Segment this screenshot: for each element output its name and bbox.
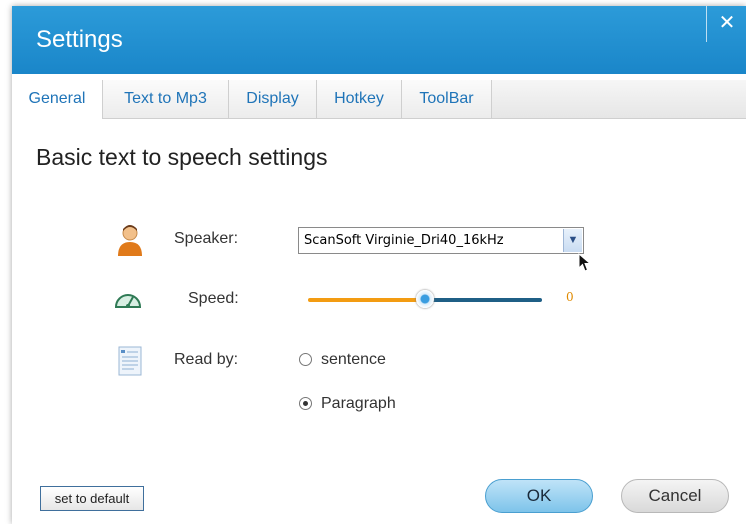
speaker-select[interactable]: ScanSoft Virginie_Dri40_16kHz ▼ xyxy=(298,227,584,254)
cancel-button[interactable]: Cancel xyxy=(621,479,729,513)
title-bar: Settings ✕ xyxy=(12,6,746,74)
speaker-label: Speaker: xyxy=(174,230,239,247)
tab-bar: General Text to Mp3 Display Hotkey ToolB… xyxy=(12,80,746,119)
dialog-title: Settings xyxy=(36,26,123,53)
sentence-radio-label[interactable]: sentence xyxy=(321,351,386,369)
close-button[interactable]: ✕ xyxy=(706,6,746,42)
speed-value: 0 xyxy=(566,290,574,304)
tab-general[interactable]: General xyxy=(12,80,103,119)
speed-slider[interactable] xyxy=(308,290,542,308)
section-heading: Basic text to speech settings xyxy=(36,144,328,170)
paragraph-radio-label[interactable]: Paragraph xyxy=(321,395,396,413)
ok-button[interactable]: OK xyxy=(485,479,593,513)
settings-dialog: Settings ✕ General Text to Mp3 Display H… xyxy=(12,6,746,524)
tab-display[interactable]: Display xyxy=(229,80,317,118)
mouse-cursor-icon xyxy=(578,253,592,272)
read-by-label: Read by: xyxy=(174,351,239,368)
tab-hotkey[interactable]: Hotkey xyxy=(317,80,402,118)
set-to-default-button[interactable]: set to default xyxy=(40,486,144,511)
slider-track xyxy=(425,298,542,302)
close-icon: ✕ xyxy=(718,12,736,34)
slider-fill xyxy=(308,298,425,302)
slider-thumb[interactable] xyxy=(416,290,434,308)
speedometer-icon xyxy=(114,294,142,308)
speaker-value: ScanSoft Virginie_Dri40_16kHz xyxy=(304,233,504,248)
speed-label: Speed: xyxy=(188,290,239,307)
document-icon xyxy=(118,346,142,376)
paragraph-radio[interactable] xyxy=(299,397,312,410)
sentence-radio[interactable] xyxy=(299,353,312,366)
chevron-down-icon[interactable]: ▼ xyxy=(563,229,582,252)
tab-toolbar[interactable]: ToolBar xyxy=(402,80,492,118)
user-icon xyxy=(118,225,142,256)
tab-text-to-mp3[interactable]: Text to Mp3 xyxy=(103,80,229,118)
